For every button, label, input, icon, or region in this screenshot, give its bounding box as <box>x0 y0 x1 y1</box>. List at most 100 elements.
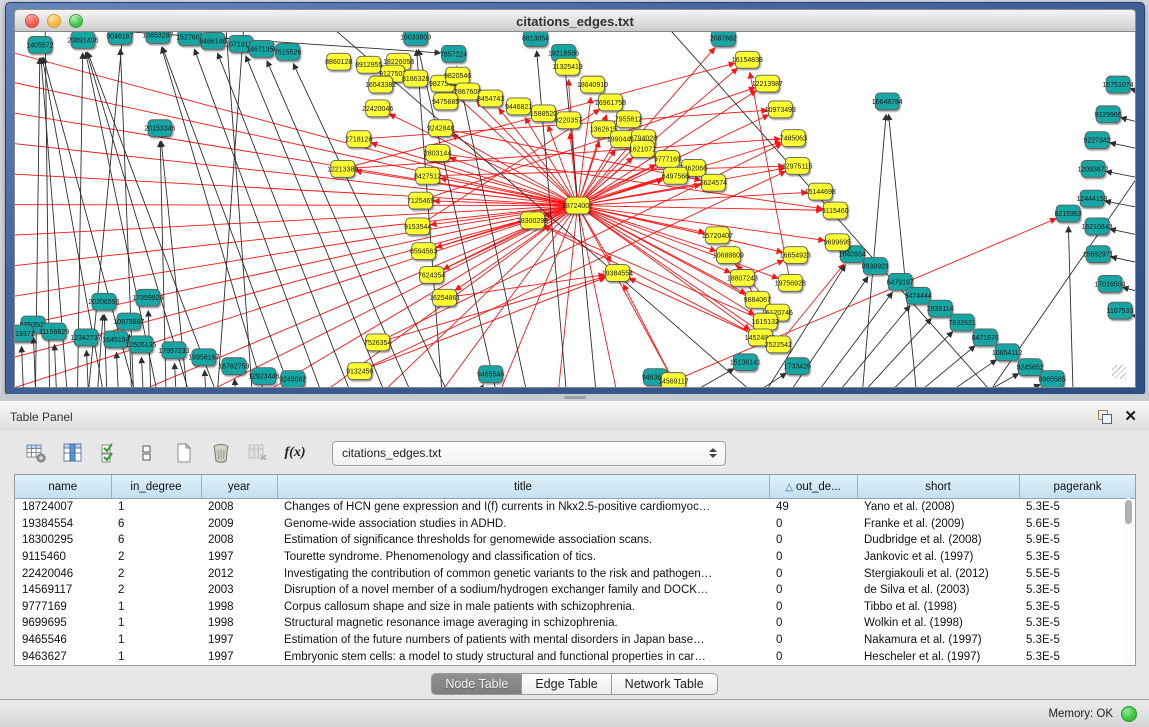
table-cell[interactable]: 2 <box>111 565 201 582</box>
network-edge[interactable] <box>942 384 1040 387</box>
network-edge[interactable] <box>205 206 578 387</box>
table-cell[interactable]: 0 <box>769 615 857 632</box>
network-node[interactable]: 9132456 <box>346 363 373 380</box>
network-node[interactable]: 10654112 <box>992 344 1023 361</box>
row-height-button[interactable] <box>133 440 161 466</box>
network-node[interactable]: 7485063 <box>780 130 807 147</box>
table-cell[interactable]: Tourette syndrome. Phenomenology and cla… <box>277 549 769 566</box>
table-cell[interactable]: 1 <box>111 499 201 516</box>
table-cell[interactable]: 9115460 <box>15 549 111 566</box>
table-cell[interactable]: 5.3E-5 <box>1019 615 1136 632</box>
network-node[interactable]: 17359924 <box>132 289 163 306</box>
column-header-year[interactable]: year <box>201 475 277 499</box>
select-rows-button[interactable] <box>96 440 124 466</box>
scrollbar-thumb[interactable] <box>1125 500 1132 524</box>
column-header-title[interactable]: title <box>277 475 769 499</box>
resize-grip-icon[interactable] <box>1112 365 1126 379</box>
network-edge[interactable] <box>360 278 606 372</box>
network-node[interactable]: 15751074 <box>1102 76 1133 93</box>
network-node[interactable]: 9227342 <box>1083 132 1110 149</box>
table-cell[interactable]: 18300295 <box>15 532 111 549</box>
network-node[interactable]: 16961758 <box>595 94 626 111</box>
table-cell[interactable]: Corpus callosum shape and size in male p… <box>277 599 769 616</box>
table-cell[interactable]: 0 <box>769 599 857 616</box>
network-edge[interactable] <box>455 385 484 387</box>
network-node[interactable]: 6497568 <box>662 167 689 184</box>
table-cell[interactable]: 5.3E-5 <box>1019 599 1136 616</box>
network-node[interactable]: 18807243 <box>727 269 758 286</box>
divider-handle[interactable] <box>564 396 586 399</box>
table-cell[interactable]: 0 <box>769 582 857 599</box>
network-node[interactable]: 8938923 <box>862 258 889 275</box>
network-node[interactable]: 20206556 <box>88 293 119 310</box>
network-node[interactable]: 11325419 <box>552 58 583 75</box>
network-edge[interactable] <box>116 352 119 387</box>
network-node[interactable]: 1733426 <box>784 358 811 375</box>
network-node[interactable]: 1405572 <box>26 36 53 53</box>
create-column-button[interactable] <box>170 440 198 466</box>
network-node[interactable]: 16782759 <box>218 358 249 375</box>
table-cell[interactable]: Franke et al. (2009) <box>857 516 1019 533</box>
network-node[interactable]: 18724007 <box>562 197 593 214</box>
network-node[interactable]: 9446821 <box>505 98 532 115</box>
network-node[interactable]: 9699695 <box>824 234 851 251</box>
network-edge[interactable] <box>141 357 144 387</box>
network-node[interactable]: 9242848 <box>427 120 454 137</box>
maximize-window-button[interactable] <box>69 14 83 28</box>
table-cell[interactable]: 6 <box>111 532 201 549</box>
table-cell[interactable]: 1997 <box>201 648 277 665</box>
table-cell[interactable]: Investigating the contribution of common… <box>277 565 769 582</box>
network-node[interactable]: 8215953 <box>1054 205 1081 222</box>
delete-table-button-disabled[interactable] <box>244 440 272 466</box>
tab-edge-table[interactable]: Edge Table <box>522 673 611 695</box>
network-node[interactable]: 9474444 <box>905 287 932 304</box>
table-cell[interactable]: 5.9E-5 <box>1019 532 1136 549</box>
network-node[interactable]: 17957233 <box>158 342 189 359</box>
network-node[interactable]: 12444159 <box>1077 190 1108 207</box>
network-edge[interactable] <box>15 205 577 206</box>
network-node[interactable]: 6466140 <box>199 32 226 49</box>
network-node[interactable]: 9153544 <box>404 218 431 235</box>
network-edge[interactable] <box>428 166 785 176</box>
tab-node-table[interactable]: Node Table <box>431 673 522 695</box>
table-cell[interactable]: Yano et al. (2008) <box>857 499 1019 516</box>
network-node[interactable]: 2935114 <box>927 300 954 317</box>
table-cell[interactable]: 2 <box>111 582 201 599</box>
network-node[interactable]: 15720407 <box>702 227 733 244</box>
table-cell[interactable]: 19384554 <box>15 516 111 533</box>
network-node[interactable]: 12923448 <box>248 368 279 385</box>
table-row[interactable]: 946554611997Estimation of the future num… <box>15 632 1136 649</box>
table-cell[interactable]: 9699695 <box>15 615 111 632</box>
network-edge[interactable] <box>54 344 57 387</box>
table-cell[interactable]: Hescheler et al. (1997) <box>857 648 1019 665</box>
table-cell[interactable]: 5.3E-5 <box>1019 648 1136 665</box>
table-cell[interactable]: 0 <box>769 632 857 649</box>
network-canvas[interactable]: 1405572208914069046167106532871527602646… <box>14 31 1136 388</box>
table-settings-button[interactable] <box>22 440 50 466</box>
network-node[interactable]: 9245082 <box>279 371 306 387</box>
table-row[interactable]: 1938455462009Genome-wide association stu… <box>15 516 1136 533</box>
table-cell[interactable]: 1 <box>111 632 201 649</box>
table-cell[interactable]: 1 <box>111 648 201 665</box>
network-node[interactable]: 19384554 <box>602 265 633 282</box>
network-node[interactable]: 8965585 <box>1038 371 1065 387</box>
table-row[interactable]: 969969511998Structural magnetic resonanc… <box>15 615 1136 632</box>
network-node[interactable]: 2087682 <box>710 32 737 46</box>
column-header-short[interactable]: short <box>857 475 1019 499</box>
network-node[interactable]: 8594563 <box>410 243 437 260</box>
table-cell[interactable]: Embryonic stem cells: a model to study s… <box>277 648 769 665</box>
table-cell[interactable]: 1 <box>111 599 201 616</box>
table-cell[interactable]: 0 <box>769 565 857 582</box>
network-node[interactable]: 19756928 <box>775 274 806 291</box>
network-edge[interactable] <box>15 206 577 239</box>
network-node[interactable]: 8220357 <box>555 112 582 129</box>
network-node[interactable]: 8186328 <box>402 70 429 87</box>
network-node[interactable]: 3624574 <box>700 174 727 191</box>
network-edge[interactable] <box>808 306 910 387</box>
network-node[interactable]: 19958167 <box>188 349 219 366</box>
network-node[interactable]: 7624354 <box>418 267 445 284</box>
network-node[interactable]: 9245652 <box>1017 359 1044 376</box>
network-edge[interactable] <box>623 284 673 381</box>
table-cell[interactable]: 0 <box>769 516 857 533</box>
table-cell[interactable]: 5.3E-5 <box>1019 632 1136 649</box>
